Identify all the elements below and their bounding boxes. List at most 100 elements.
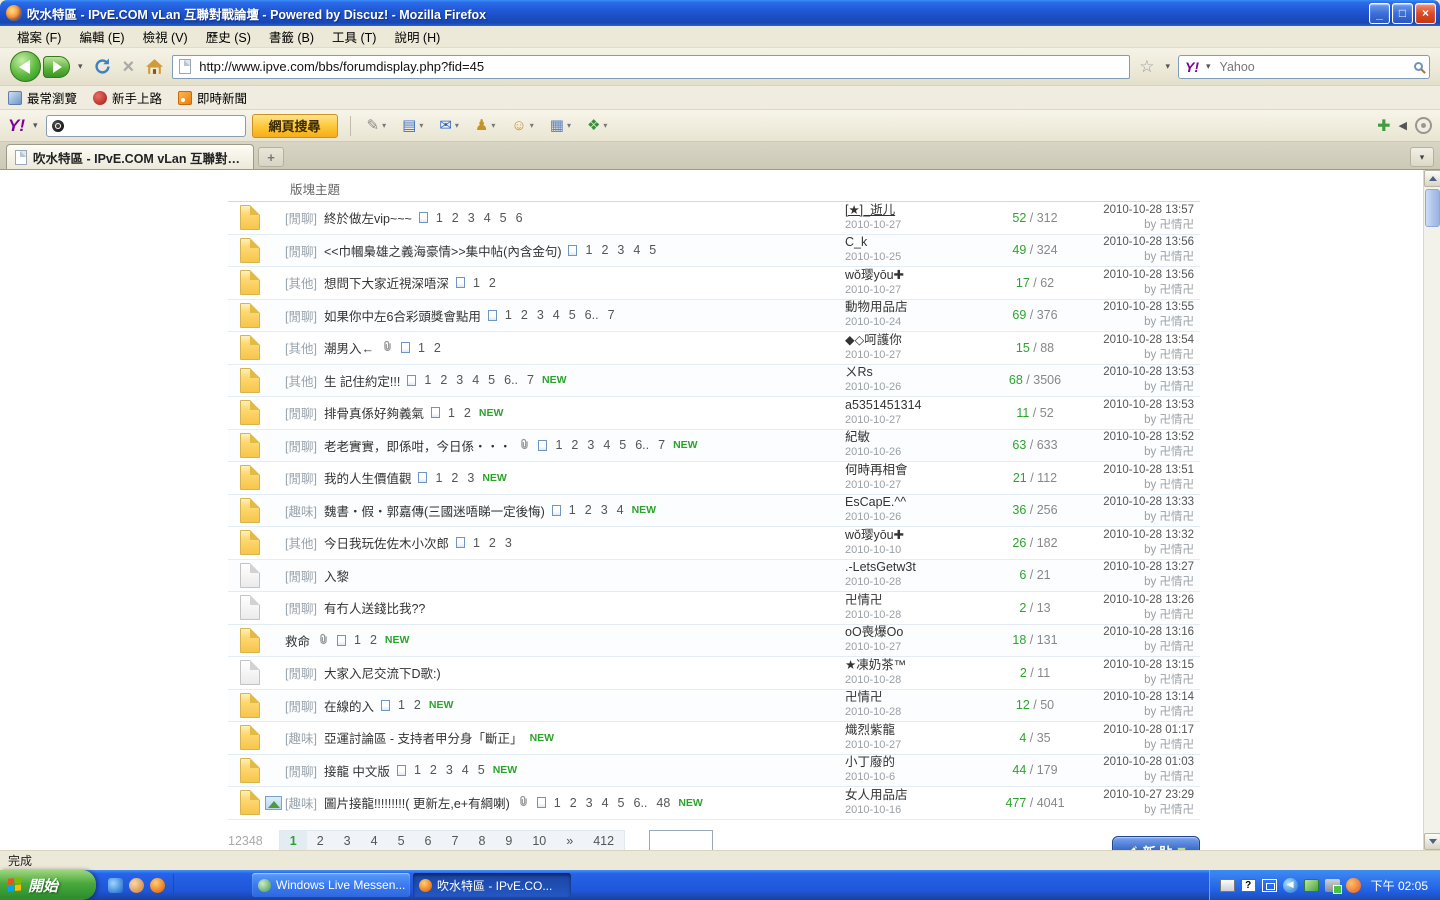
author-link[interactable]: 何時再相會: [845, 463, 908, 477]
thread-title-link[interactable]: 今日我玩佐佐木小次郎: [324, 533, 449, 552]
start-button[interactable]: 開始: [0, 870, 96, 900]
thread-page-link[interactable]: 1: [397, 698, 406, 712]
thread-page-link[interactable]: 1: [472, 276, 481, 290]
thread-page-link[interactable]: 1: [417, 341, 426, 355]
thread-title-link[interactable]: 老老實實，即係咁，今日係・・・: [324, 436, 512, 455]
thread-page-link[interactable]: 4: [461, 763, 470, 777]
pagination-page-link[interactable]: 2: [307, 831, 334, 850]
pagination-page-link[interactable]: 3: [334, 831, 361, 850]
thread-title-link[interactable]: 在線的入: [324, 696, 374, 715]
last-post-author-link[interactable]: 卍情卍: [1160, 544, 1195, 556]
quick-launch-ie-icon[interactable]: [108, 878, 123, 893]
thread-page-link[interactable]: 4: [552, 308, 561, 322]
thread-page-link[interactable]: 4: [616, 503, 625, 517]
last-post-author-link[interactable]: 卍情卍: [1160, 739, 1195, 751]
last-post-author-link[interactable]: 卍情卍: [1160, 316, 1195, 328]
thread-page-link[interactable]: 5: [618, 438, 627, 452]
thread-title-link[interactable]: 有冇人送錢比我??: [324, 598, 425, 617]
thread-category-link[interactable]: [趣味]: [285, 793, 317, 812]
last-post-author-link[interactable]: 卍情卍: [1160, 674, 1195, 686]
thread-page-link[interactable]: 1: [554, 438, 563, 452]
tab-active[interactable]: 吹水特區 - IPvE.COM vLan 互聯對…: [6, 144, 254, 169]
thread-page-link[interactable]: 6: [515, 211, 524, 225]
thread-page-link[interactable]: 2: [451, 211, 460, 225]
thread-page-link[interactable]: 2: [369, 633, 378, 647]
menu-item[interactable]: 檔案 (F): [8, 25, 70, 48]
ime-icon[interactable]: ?: [1241, 879, 1256, 892]
quick-launch-messenger-icon[interactable]: [129, 878, 144, 893]
thread-category-link[interactable]: [閒聊]: [285, 696, 317, 715]
thread-page-link[interactable]: 4: [471, 373, 480, 387]
stamp-button[interactable]: ✎▾: [363, 116, 391, 136]
pagination-next-link[interactable]: »: [556, 831, 583, 850]
thread-category-link[interactable]: [閒聊]: [285, 761, 317, 780]
thread-page-link[interactable]: 2: [488, 276, 497, 290]
thread-page-link[interactable]: 6..: [633, 796, 649, 810]
thread-category-link[interactable]: [閒聊]: [285, 306, 317, 325]
search-magnifier-icon[interactable]: [1414, 62, 1423, 71]
author-link[interactable]: .-LetsGetw3t: [845, 560, 916, 574]
pagination-page-link[interactable]: 8: [468, 831, 495, 850]
yahoo-toolbar-logo-icon[interactable]: Y!: [8, 116, 25, 136]
thread-page-link[interactable]: 5: [487, 373, 496, 387]
thread-page-link[interactable]: 1: [413, 763, 422, 777]
yahoo-logo-dropdown-icon[interactable]: ▾: [31, 120, 40, 131]
thread-page-link[interactable]: 7: [526, 373, 535, 387]
author-link[interactable]: [★]_逝儿: [845, 203, 895, 217]
thread-title-link[interactable]: 入黎: [324, 566, 349, 585]
mail-button[interactable]: ✉▾: [435, 116, 463, 136]
network-icon[interactable]: [1304, 879, 1319, 892]
thread-page-link[interactable]: 3: [504, 536, 513, 550]
thread-page-link[interactable]: 2: [569, 796, 578, 810]
last-post-author-link[interactable]: 卍情卍: [1160, 219, 1195, 231]
thread-page-link[interactable]: 2: [450, 471, 459, 485]
thread-category-link[interactable]: [其他]: [285, 371, 317, 390]
author-link[interactable]: C_k: [845, 235, 867, 249]
thread-title-link[interactable]: 救命: [285, 631, 310, 650]
new-post-button[interactable]: 新 貼: [1112, 836, 1200, 850]
restore-window-icon[interactable]: [1262, 879, 1277, 892]
thread-title-link[interactable]: 大家入尼交流下D歌:): [324, 663, 441, 682]
thread-page-link[interactable]: 6..: [584, 308, 600, 322]
thread-page-link[interactable]: 1: [472, 536, 481, 550]
thread-page-link[interactable]: 2: [584, 503, 593, 517]
thread-page-link[interactable]: 5: [648, 243, 657, 257]
thread-category-link[interactable]: [趣味]: [285, 501, 317, 520]
thread-category-link[interactable]: [閒聊]: [285, 403, 317, 422]
thread-category-link[interactable]: [趣味]: [285, 728, 317, 747]
author-link[interactable]: ㄨRs: [845, 365, 873, 379]
thread-page-link[interactable]: 1: [447, 406, 456, 420]
author-link[interactable]: 卍情卍: [845, 690, 883, 704]
thread-title-link[interactable]: 接龍 中文版: [324, 761, 390, 780]
menu-item[interactable]: 歷史 (S): [197, 25, 260, 48]
thread-title-link[interactable]: 排骨真係好夠義氣: [324, 403, 424, 422]
bookmark-item[interactable]: 即時新聞: [178, 88, 247, 107]
bookmark-item[interactable]: 新手上路: [93, 88, 162, 107]
menu-item[interactable]: 檢視 (V): [134, 25, 197, 48]
back-button[interactable]: [10, 51, 41, 82]
author-link[interactable]: oO喪爆Oo: [845, 625, 903, 639]
thread-title-link[interactable]: 圖片接龍!!!!!!!!!( 更新左,e+有綱喇): [324, 793, 510, 812]
bookmark-star-icon[interactable]: ☆: [1136, 59, 1157, 75]
thread-title-link[interactable]: 終於做左vip~~~: [324, 208, 412, 227]
thread-category-link[interactable]: [其他]: [285, 273, 317, 292]
thread-title-link[interactable]: 想問下大家近視深唔深: [324, 273, 449, 292]
search-input[interactable]: [1218, 59, 1409, 75]
thread-page-link[interactable]: 2: [439, 373, 448, 387]
yahoo-search-box[interactable]: [46, 115, 246, 137]
home-button[interactable]: [142, 55, 166, 79]
keyboard-icon[interactable]: [1220, 879, 1235, 892]
thread-page-link[interactable]: 1: [353, 633, 362, 647]
author-link[interactable]: 紀敏: [845, 430, 870, 444]
pagination-last-page-link[interactable]: 412: [583, 831, 624, 850]
last-post-author-link[interactable]: 卍情卍: [1160, 609, 1195, 621]
thread-page-link[interactable]: 48: [655, 796, 671, 810]
forward-button[interactable]: [43, 56, 70, 78]
thread-page-link[interactable]: 5: [499, 211, 508, 225]
pagination-page-link[interactable]: 5: [388, 831, 415, 850]
author-link[interactable]: 動物用品店: [845, 300, 908, 314]
author-link[interactable]: 卍情卍: [845, 593, 883, 607]
last-post-author-link[interactable]: 卍情卍: [1160, 251, 1195, 263]
thread-page-link[interactable]: 3: [455, 373, 464, 387]
thread-page-link[interactable]: 2: [600, 243, 609, 257]
